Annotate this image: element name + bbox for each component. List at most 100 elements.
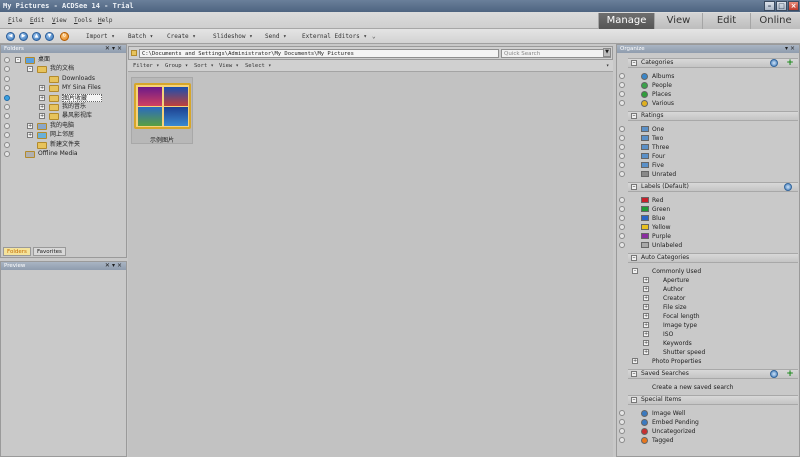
tree-item[interactable]: 桌面 bbox=[38, 56, 50, 64]
tree-expander-icon[interactable]: + bbox=[39, 85, 45, 92]
slideshow-menu[interactable]: Slideshow ▾ bbox=[213, 33, 253, 40]
organize-item[interactable]: Red bbox=[652, 196, 663, 205]
collapse-icon[interactable]: – bbox=[631, 113, 637, 119]
quick-search-input[interactable]: Quick Search bbox=[501, 49, 611, 58]
menu-file[interactable]: File bbox=[8, 17, 22, 24]
view-menu[interactable]: View ▾ bbox=[219, 63, 239, 69]
forward-icon[interactable]: ▶ bbox=[19, 32, 28, 41]
tree-check-radio[interactable] bbox=[4, 113, 10, 120]
tree-item[interactable]: 新建文件夹 bbox=[50, 141, 80, 149]
organize-item[interactable]: People bbox=[652, 81, 672, 90]
organize-item[interactable]: Photo Properties bbox=[652, 357, 701, 366]
send-menu[interactable]: Send ▾ bbox=[265, 33, 287, 40]
organize-item[interactable]: Aperture bbox=[663, 276, 689, 285]
external-editors-menu[interactable]: External Editors ▾ bbox=[302, 33, 367, 40]
preview-pin-close-icon[interactable]: ✕▾× bbox=[105, 262, 124, 270]
tree-check-radio[interactable] bbox=[4, 85, 10, 92]
organize-item[interactable]: Shutter speed bbox=[663, 348, 705, 357]
organize-item[interactable]: Two bbox=[652, 134, 663, 143]
options-gear-icon[interactable] bbox=[770, 59, 778, 67]
tree-item[interactable]: 图片收藏 bbox=[62, 93, 103, 102]
batch-menu[interactable]: Batch ▾ bbox=[128, 33, 153, 40]
collapse-icon[interactable]: – bbox=[631, 184, 637, 190]
group-menu[interactable]: Group ▾ bbox=[165, 63, 188, 69]
organize-item[interactable]: Four bbox=[652, 152, 665, 161]
organize-item[interactable]: Yellow bbox=[652, 223, 670, 232]
tree-item[interactable]: 我的电脑 bbox=[50, 122, 74, 130]
tab-favorites[interactable]: Favorites bbox=[33, 247, 66, 256]
organize-item[interactable]: Creator bbox=[663, 294, 685, 303]
tree-item[interactable]: 暴风影视库 bbox=[62, 112, 92, 120]
organize-item[interactable]: File size bbox=[663, 303, 687, 312]
menu-help[interactable]: Help bbox=[98, 17, 112, 24]
tree-check-radio[interactable] bbox=[4, 122, 10, 129]
organize-item[interactable]: Unrated bbox=[652, 170, 676, 179]
tree-expander-icon[interactable]: + bbox=[39, 94, 45, 101]
select-menu[interactable]: Select ▾ bbox=[245, 63, 272, 69]
sort-menu[interactable]: Sort ▾ bbox=[194, 63, 214, 69]
tree-expander-icon[interactable]: – bbox=[27, 66, 33, 73]
tree-expander-icon[interactable]: + bbox=[27, 132, 33, 139]
file-thumbnail[interactable]: 示例图片 bbox=[131, 77, 193, 144]
tree-check-radio[interactable] bbox=[4, 141, 10, 148]
filter-bar-options-icon[interactable]: ▾ bbox=[606, 63, 609, 69]
import-menu[interactable]: Import ▾ bbox=[86, 33, 115, 40]
organize-section-header[interactable]: – Labels (Default) bbox=[628, 182, 798, 192]
organize-item[interactable]: Focal length bbox=[663, 312, 700, 321]
organize-item[interactable]: Author bbox=[663, 285, 683, 294]
tree-check-radio[interactable] bbox=[4, 132, 10, 139]
filter-menu[interactable]: Filter ▾ bbox=[133, 63, 160, 69]
add-icon[interactable]: + bbox=[786, 370, 794, 379]
organize-item[interactable]: Three bbox=[652, 143, 669, 152]
organize-item[interactable]: Image type bbox=[663, 321, 697, 330]
organize-item[interactable]: Unlabeled bbox=[652, 241, 682, 250]
down-icon[interactable]: ▼ bbox=[45, 32, 54, 41]
organize-section-header[interactable]: – Special Items bbox=[628, 395, 798, 405]
organize-item[interactable]: Various bbox=[652, 99, 674, 108]
menu-edit[interactable]: Edit bbox=[30, 17, 44, 24]
tree-item[interactable]: Downloads bbox=[62, 75, 95, 83]
back-icon[interactable]: ◀ bbox=[6, 32, 15, 41]
tree-item[interactable]: Offline Media bbox=[38, 150, 78, 158]
tree-check-radio[interactable] bbox=[4, 151, 10, 157]
collapse-icon[interactable]: – bbox=[631, 60, 637, 66]
tree-check-radio[interactable] bbox=[4, 57, 10, 63]
menu-tools[interactable]: Tools bbox=[74, 17, 92, 24]
organize-item[interactable]: Uncategorized bbox=[652, 427, 695, 436]
organize-item[interactable]: Image Well bbox=[652, 409, 685, 418]
organize-item[interactable]: Create a new saved search bbox=[652, 383, 733, 392]
organize-item[interactable]: Five bbox=[652, 161, 664, 170]
menu-view[interactable]: View bbox=[52, 17, 66, 24]
up-icon[interactable]: ▲ bbox=[32, 32, 41, 41]
tree-item[interactable]: MY Sina Files bbox=[62, 84, 101, 92]
tree-check-radio[interactable] bbox=[4, 94, 10, 101]
tree-item[interactable]: 我的文档 bbox=[50, 65, 74, 73]
tree-expander-icon[interactable]: + bbox=[39, 113, 45, 120]
organize-pin-close-icon[interactable]: ▾× bbox=[785, 45, 797, 53]
organize-item[interactable]: Green bbox=[652, 205, 670, 214]
minimize-button[interactable]: – bbox=[764, 1, 775, 11]
organize-item[interactable]: Embed Pending bbox=[652, 418, 699, 427]
options-gear-icon[interactable] bbox=[770, 370, 778, 378]
tree-check-radio[interactable] bbox=[4, 75, 10, 82]
tree-expander-icon[interactable]: + bbox=[39, 104, 45, 110]
organize-item[interactable]: Purple bbox=[652, 232, 671, 241]
maximize-button[interactable]: □ bbox=[776, 1, 787, 11]
organize-item[interactable]: Blue bbox=[652, 214, 665, 223]
tree-item[interactable]: 网上邻居 bbox=[50, 131, 74, 139]
close-button[interactable]: × bbox=[788, 1, 799, 11]
toolbar-overflow-icon[interactable]: ⌄ bbox=[372, 33, 376, 40]
collapse-icon[interactable]: – bbox=[631, 255, 637, 261]
path-dropdown-icon[interactable]: ▼ bbox=[603, 48, 611, 57]
path-input[interactable]: C:\Documents and Settings\Administrator\… bbox=[139, 49, 499, 58]
tree-expander-icon[interactable]: + bbox=[27, 122, 33, 129]
organize-item[interactable]: Places bbox=[652, 90, 671, 99]
organize-section-header[interactable]: – Ratings bbox=[628, 111, 798, 121]
tree-check-radio[interactable] bbox=[4, 104, 10, 110]
tree-item[interactable]: 我的音乐 bbox=[62, 103, 86, 111]
organize-section-header[interactable]: – Categories + bbox=[628, 58, 798, 68]
mode-manage[interactable]: Manage bbox=[598, 13, 654, 29]
tree-expander-icon[interactable]: – bbox=[15, 57, 21, 63]
mode-online[interactable]: Online bbox=[750, 13, 800, 29]
organize-item[interactable]: Keywords bbox=[663, 339, 692, 348]
